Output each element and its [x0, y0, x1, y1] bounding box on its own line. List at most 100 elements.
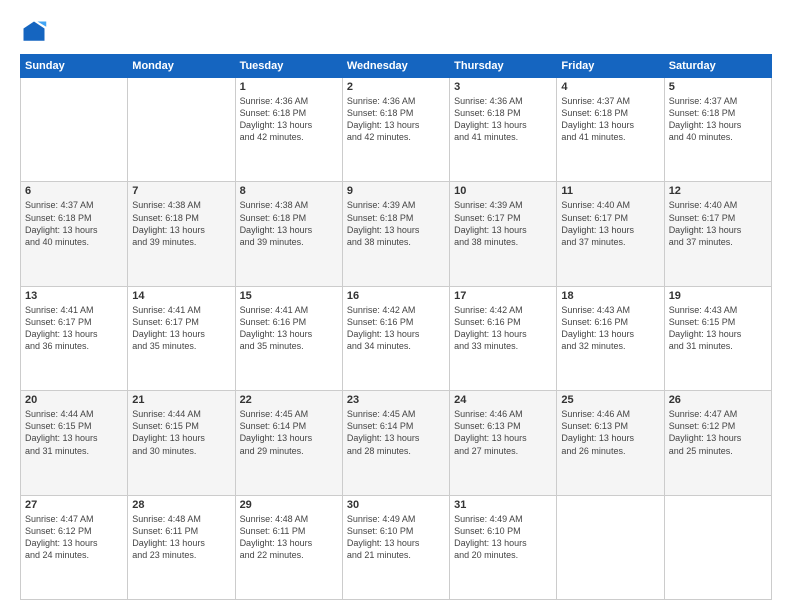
calendar-cell: 29 Sunrise: 4:48 AM Sunset: 6:11 PM Dayli… [235, 495, 342, 599]
day-number: 17 [454, 290, 552, 302]
calendar-cell: 6 Sunrise: 4:37 AM Sunset: 6:18 PM Daylig… [21, 182, 128, 286]
calendar-cell: 25 Sunrise: 4:46 AM Sunset: 6:13 PM Dayli… [557, 391, 664, 495]
day-info: Sunrise: 4:37 AM Sunset: 6:18 PM Dayligh… [25, 199, 123, 248]
calendar-cell: 19 Sunrise: 4:43 AM Sunset: 6:15 PM Dayli… [664, 286, 771, 390]
day-info: Sunrise: 4:39 AM Sunset: 6:17 PM Dayligh… [454, 199, 552, 248]
weekday-saturday: Saturday [664, 55, 771, 78]
day-info: Sunrise: 4:40 AM Sunset: 6:17 PM Dayligh… [561, 199, 659, 248]
day-info: Sunrise: 4:48 AM Sunset: 6:11 PM Dayligh… [240, 513, 338, 562]
day-number: 24 [454, 394, 552, 406]
day-info: Sunrise: 4:36 AM Sunset: 6:18 PM Dayligh… [240, 95, 338, 144]
day-number: 1 [240, 81, 338, 93]
day-info: Sunrise: 4:47 AM Sunset: 6:12 PM Dayligh… [25, 513, 123, 562]
logo [20, 18, 52, 46]
day-number: 7 [132, 185, 230, 197]
day-number: 26 [669, 394, 767, 406]
calendar-cell: 14 Sunrise: 4:41 AM Sunset: 6:17 PM Dayli… [128, 286, 235, 390]
calendar-cell: 20 Sunrise: 4:44 AM Sunset: 6:15 PM Dayli… [21, 391, 128, 495]
calendar-table: SundayMondayTuesdayWednesdayThursdayFrid… [20, 54, 772, 600]
day-info: Sunrise: 4:37 AM Sunset: 6:18 PM Dayligh… [561, 95, 659, 144]
calendar-cell: 5 Sunrise: 4:37 AM Sunset: 6:18 PM Daylig… [664, 78, 771, 182]
day-number: 9 [347, 185, 445, 197]
day-number: 31 [454, 499, 552, 511]
day-info: Sunrise: 4:48 AM Sunset: 6:11 PM Dayligh… [132, 513, 230, 562]
calendar-cell [21, 78, 128, 182]
day-info: Sunrise: 4:46 AM Sunset: 6:13 PM Dayligh… [454, 408, 552, 457]
header [20, 18, 772, 46]
calendar-cell: 13Sunrise: 4:41 AM Sunset: 6:17 PM Dayli… [21, 286, 128, 390]
weekday-sunday: Sunday [21, 55, 128, 78]
day-info: Sunrise: 4:49 AM Sunset: 6:10 PM Dayligh… [454, 513, 552, 562]
day-number: 2 [347, 81, 445, 93]
page: SundayMondayTuesdayWednesdayThursdayFrid… [0, 0, 792, 612]
calendar-cell: 4 Sunrise: 4:37 AM Sunset: 6:18 PM Daylig… [557, 78, 664, 182]
calendar-cell: 31 Sunrise: 4:49 AM Sunset: 6:10 PM Dayli… [450, 495, 557, 599]
day-info: Sunrise: 4:38 AM Sunset: 6:18 PM Dayligh… [240, 199, 338, 248]
calendar-cell: 15Sunrise: 4:41 AM Sunset: 6:16 PM Dayli… [235, 286, 342, 390]
day-number: 22 [240, 394, 338, 406]
calendar-cell: 8 Sunrise: 4:38 AM Sunset: 6:18 PM Daylig… [235, 182, 342, 286]
day-number: 5 [669, 81, 767, 93]
day-number: 4 [561, 81, 659, 93]
day-info: Sunrise: 4:46 AM Sunset: 6:13 PM Dayligh… [561, 408, 659, 457]
calendar-cell: 7Sunrise: 4:38 AM Sunset: 6:18 PM Daylig… [128, 182, 235, 286]
day-number: 18 [561, 290, 659, 302]
day-info: Sunrise: 4:49 AM Sunset: 6:10 PM Dayligh… [347, 513, 445, 562]
day-info: Sunrise: 4:43 AM Sunset: 6:16 PM Dayligh… [561, 304, 659, 353]
day-number: 6 [25, 185, 123, 197]
day-number: 25 [561, 394, 659, 406]
calendar-cell: 12 Sunrise: 4:40 AM Sunset: 6:17 PM Dayli… [664, 182, 771, 286]
calendar-cell: 3Sunrise: 4:36 AM Sunset: 6:18 PM Daylig… [450, 78, 557, 182]
calendar-cell [664, 495, 771, 599]
calendar-cell: 10Sunrise: 4:39 AM Sunset: 6:17 PM Dayli… [450, 182, 557, 286]
day-number: 8 [240, 185, 338, 197]
calendar-cell: 16 Sunrise: 4:42 AM Sunset: 6:16 PM Dayli… [342, 286, 449, 390]
day-info: Sunrise: 4:37 AM Sunset: 6:18 PM Dayligh… [669, 95, 767, 144]
day-number: 14 [132, 290, 230, 302]
calendar-week-1: 1 Sunrise: 4:36 AM Sunset: 6:18 PM Daylig… [21, 78, 772, 182]
calendar-cell: 11 Sunrise: 4:40 AM Sunset: 6:17 PM Dayli… [557, 182, 664, 286]
day-info: Sunrise: 4:41 AM Sunset: 6:16 PM Dayligh… [240, 304, 338, 353]
day-number: 11 [561, 185, 659, 197]
calendar-cell [128, 78, 235, 182]
day-info: Sunrise: 4:40 AM Sunset: 6:17 PM Dayligh… [669, 199, 767, 248]
day-info: Sunrise: 4:47 AM Sunset: 6:12 PM Dayligh… [669, 408, 767, 457]
day-number: 30 [347, 499, 445, 511]
day-info: Sunrise: 4:44 AM Sunset: 6:15 PM Dayligh… [132, 408, 230, 457]
calendar-cell [557, 495, 664, 599]
calendar-week-2: 6 Sunrise: 4:37 AM Sunset: 6:18 PM Daylig… [21, 182, 772, 286]
day-info: Sunrise: 4:42 AM Sunset: 6:16 PM Dayligh… [454, 304, 552, 353]
day-info: Sunrise: 4:39 AM Sunset: 6:18 PM Dayligh… [347, 199, 445, 248]
day-info: Sunrise: 4:43 AM Sunset: 6:15 PM Dayligh… [669, 304, 767, 353]
logo-icon [20, 18, 48, 46]
calendar-cell: 23Sunrise: 4:45 AM Sunset: 6:14 PM Dayli… [342, 391, 449, 495]
day-number: 20 [25, 394, 123, 406]
day-number: 16 [347, 290, 445, 302]
calendar-cell: 1 Sunrise: 4:36 AM Sunset: 6:18 PM Daylig… [235, 78, 342, 182]
day-info: Sunrise: 4:45 AM Sunset: 6:14 PM Dayligh… [240, 408, 338, 457]
calendar-cell: 26 Sunrise: 4:47 AM Sunset: 6:12 PM Dayli… [664, 391, 771, 495]
day-number: 29 [240, 499, 338, 511]
weekday-header-row: SundayMondayTuesdayWednesdayThursdayFrid… [21, 55, 772, 78]
day-number: 3 [454, 81, 552, 93]
calendar-cell: 28 Sunrise: 4:48 AM Sunset: 6:11 PM Dayli… [128, 495, 235, 599]
weekday-wednesday: Wednesday [342, 55, 449, 78]
day-number: 28 [132, 499, 230, 511]
day-info: Sunrise: 4:42 AM Sunset: 6:16 PM Dayligh… [347, 304, 445, 353]
calendar-cell: 27 Sunrise: 4:47 AM Sunset: 6:12 PM Dayli… [21, 495, 128, 599]
day-number: 27 [25, 499, 123, 511]
day-info: Sunrise: 4:44 AM Sunset: 6:15 PM Dayligh… [25, 408, 123, 457]
weekday-friday: Friday [557, 55, 664, 78]
day-info: Sunrise: 4:41 AM Sunset: 6:17 PM Dayligh… [25, 304, 123, 353]
calendar-week-3: 13Sunrise: 4:41 AM Sunset: 6:17 PM Dayli… [21, 286, 772, 390]
calendar-cell: 2Sunrise: 4:36 AM Sunset: 6:18 PM Daylig… [342, 78, 449, 182]
weekday-monday: Monday [128, 55, 235, 78]
calendar-week-4: 20 Sunrise: 4:44 AM Sunset: 6:15 PM Dayli… [21, 391, 772, 495]
calendar-cell: 24 Sunrise: 4:46 AM Sunset: 6:13 PM Dayli… [450, 391, 557, 495]
day-number: 12 [669, 185, 767, 197]
weekday-thursday: Thursday [450, 55, 557, 78]
day-number: 19 [669, 290, 767, 302]
day-info: Sunrise: 4:41 AM Sunset: 6:17 PM Dayligh… [132, 304, 230, 353]
calendar-cell: 22 Sunrise: 4:45 AM Sunset: 6:14 PM Dayli… [235, 391, 342, 495]
calendar-week-5: 27 Sunrise: 4:47 AM Sunset: 6:12 PM Dayli… [21, 495, 772, 599]
